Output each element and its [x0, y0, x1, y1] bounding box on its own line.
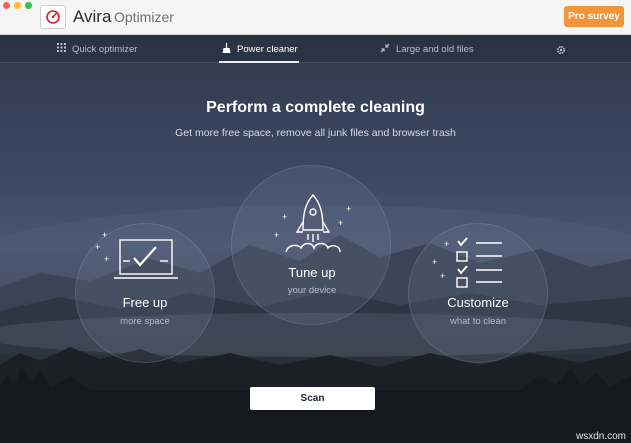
feature-title: Tune up — [288, 265, 336, 280]
page-title: Perform a complete cleaning — [206, 99, 425, 116]
checklist-icon: +++ — [432, 237, 502, 288]
tab-power-cleaner[interactable]: Power cleaner — [222, 35, 298, 63]
tab-label: Power cleaner — [237, 43, 298, 55]
page-subtitle: Get more free space, remove all junk fil… — [175, 127, 456, 139]
svg-text:+: + — [338, 218, 343, 228]
feature-title: Free up — [122, 295, 168, 310]
active-tab-indicator — [219, 61, 299, 63]
svg-text:+: + — [102, 230, 107, 240]
svg-text:+: + — [95, 242, 100, 252]
svg-text:+: + — [282, 212, 287, 222]
scan-button[interactable]: Scan — [250, 387, 375, 410]
tab-label: Large and old files — [396, 43, 474, 55]
feature-subtitle: more space — [120, 316, 170, 327]
tab-label: Quick optimizer — [72, 43, 138, 55]
watermark: wsxdn.com — [575, 431, 626, 442]
feature-title: Customize — [447, 295, 509, 310]
zoom-window-button[interactable] — [25, 2, 32, 9]
feature-subtitle: what to clean — [450, 316, 506, 327]
main-panel: Quick optimizer Power cleaner Large and … — [0, 35, 631, 443]
title-bar: Avira Optimizer Pro survey — [0, 0, 631, 35]
avira-logo-icon — [40, 5, 66, 29]
close-window-button[interactable] — [3, 2, 10, 9]
gear-icon[interactable] — [556, 42, 568, 55]
tab-quick-optimizer[interactable]: Quick optimizer — [57, 35, 137, 63]
pro-survey-button[interactable]: Pro survey — [564, 6, 624, 27]
rocket-icon: ++++ — [274, 193, 351, 253]
minimize-window-button[interactable] — [14, 2, 21, 9]
grid-icon — [57, 43, 66, 55]
svg-text:+: + — [104, 254, 109, 264]
nav-tabs: Quick optimizer Power cleaner Large and … — [0, 35, 631, 63]
svg-text:+: + — [444, 239, 449, 249]
laptop-check-icon: +++ — [95, 230, 178, 279]
app-product-name: Optimizer — [114, 9, 174, 25]
tab-large-old-files[interactable]: Large and old files — [380, 35, 474, 63]
svg-text:+: + — [440, 271, 445, 281]
svg-text:+: + — [346, 204, 351, 214]
collapse-arrows-icon — [380, 43, 390, 56]
app-brand: Avira — [73, 7, 112, 26]
svg-text:+: + — [274, 230, 279, 240]
broom-icon — [222, 42, 231, 56]
svg-text:+: + — [432, 257, 437, 267]
